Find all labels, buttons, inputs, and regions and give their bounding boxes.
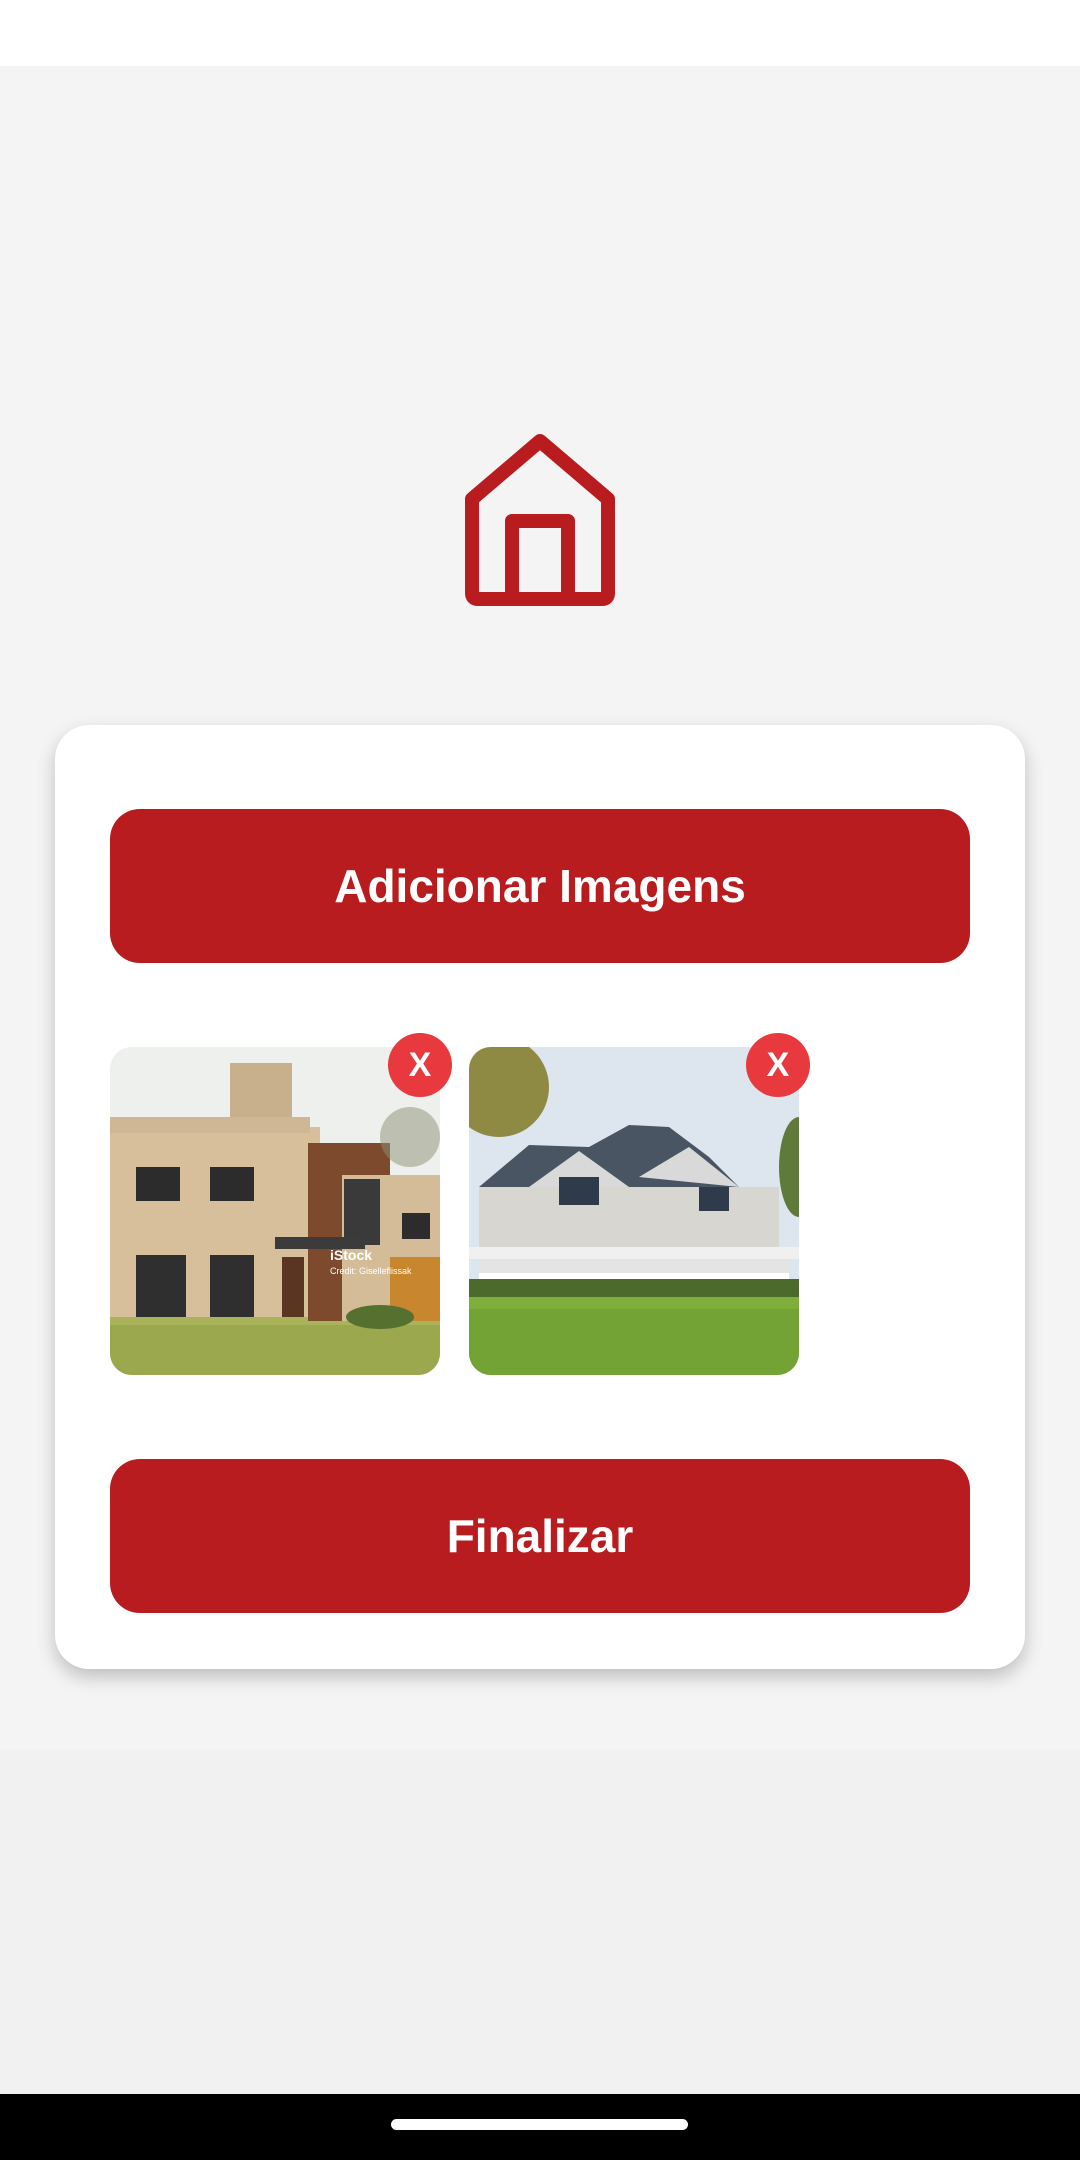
- colonial-house-photo: [469, 1047, 799, 1375]
- home-gesture-handle[interactable]: [391, 2119, 688, 2130]
- watermark-brand: iStock: [330, 1247, 373, 1263]
- status-bar: [0, 0, 1080, 66]
- image-thumbnail[interactable]: iStock Credit: Giselleflissak: [110, 1047, 440, 1375]
- empty-area: [0, 1750, 1080, 2094]
- remove-image-button[interactable]: X: [746, 1033, 810, 1097]
- modern-house-photo: [110, 1047, 440, 1375]
- add-images-button[interactable]: Adicionar Imagens: [110, 809, 970, 963]
- house-icon: [465, 434, 615, 606]
- finish-button[interactable]: Finalizar: [110, 1459, 970, 1613]
- watermark-credit: Credit: Giselleflissak: [330, 1266, 412, 1276]
- remove-image-button[interactable]: X: [388, 1033, 452, 1097]
- image-thumbnail[interactable]: [469, 1047, 799, 1375]
- upload-card: Adicionar Imagens iStock Credit: Giselle…: [55, 725, 1025, 1669]
